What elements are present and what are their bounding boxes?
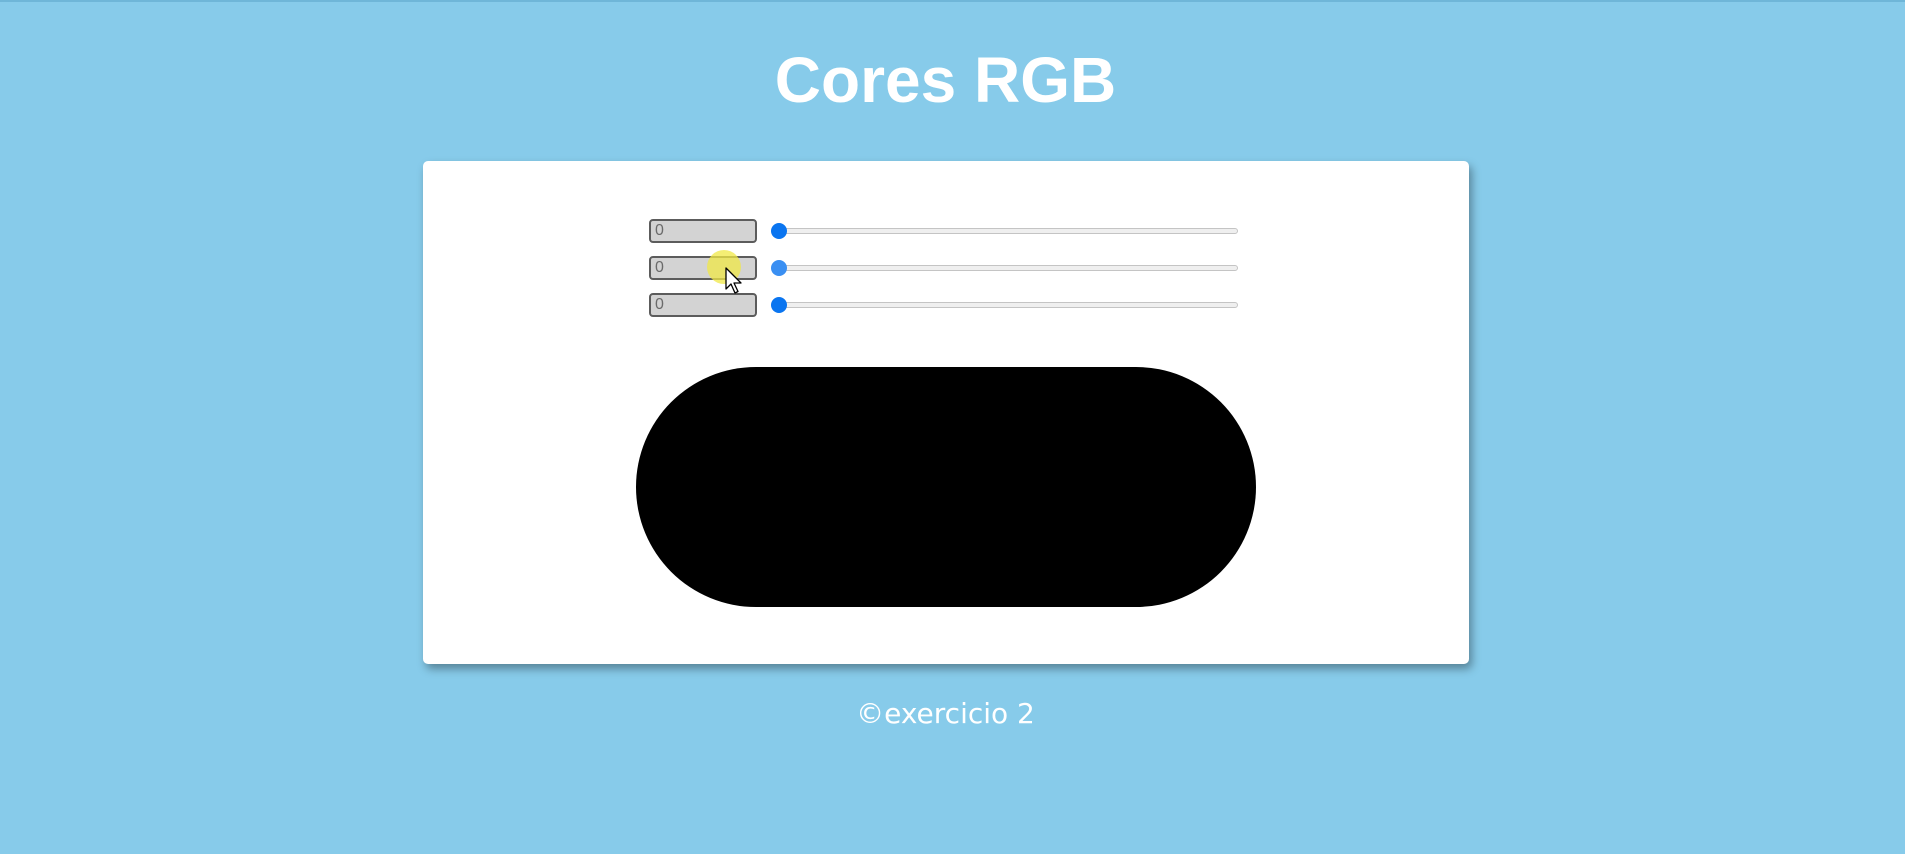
red-control-row <box>649 219 1249 245</box>
footer-copyright: ©exercicio 2 <box>856 697 1035 730</box>
main-card <box>423 161 1469 664</box>
blue-slider-thumb[interactable] <box>771 297 787 313</box>
green-slider[interactable] <box>771 256 1238 280</box>
page-title: Cores RGB <box>774 44 1117 116</box>
blue-control-row <box>649 293 1249 319</box>
red-slider-thumb[interactable] <box>771 223 787 239</box>
blue-slider[interactable] <box>771 293 1238 317</box>
green-slider-track[interactable] <box>771 265 1238 271</box>
green-value-input[interactable] <box>649 256 757 280</box>
red-slider[interactable] <box>771 219 1238 243</box>
top-border <box>0 0 1905 2</box>
blue-slider-track[interactable] <box>771 302 1238 308</box>
blue-value-input[interactable] <box>649 293 757 317</box>
color-preview <box>636 367 1256 607</box>
green-slider-thumb[interactable] <box>771 260 787 276</box>
red-slider-track[interactable] <box>771 228 1238 234</box>
green-control-row <box>649 256 1249 282</box>
red-value-input[interactable] <box>649 219 757 243</box>
